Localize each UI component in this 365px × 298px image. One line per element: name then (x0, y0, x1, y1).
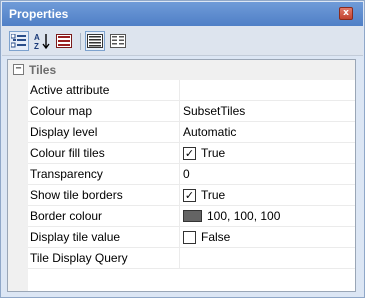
property-value-text: 100, 100, 100 (207, 209, 281, 223)
property-value-text: 0 (183, 167, 190, 181)
category-header[interactable]: − Tiles (8, 60, 355, 80)
show-description-icon (87, 34, 103, 48)
list-view-icon (110, 34, 126, 48)
property-value[interactable]: ✓ True (181, 185, 355, 205)
property-name: Tile Display Query (28, 248, 180, 268)
property-value[interactable]: SubsetTiles (181, 101, 355, 121)
property-name: Active attribute (28, 80, 180, 100)
property-value[interactable]: Automatic (181, 122, 355, 142)
property-value[interactable] (181, 80, 355, 100)
property-row-tile-display-query[interactable]: Tile Display Query (28, 248, 355, 269)
description-button[interactable] (85, 31, 105, 51)
toolbar-separator (80, 33, 81, 50)
property-row-display-level[interactable]: Display level Automatic (28, 122, 355, 143)
property-grid: − Tiles Active attribute Colour map Subs… (7, 59, 356, 292)
property-row-display-tile-value[interactable]: Display tile value False (28, 227, 355, 248)
property-value[interactable]: False (181, 227, 355, 247)
alphabetical-button[interactable]: A Z (32, 31, 52, 51)
close-button[interactable]: x (339, 7, 353, 20)
close-icon: x (343, 8, 349, 18)
show-borders-checkbox[interactable]: ✓ (183, 188, 196, 202)
sort-az-icon: A Z (34, 33, 50, 50)
property-name: Border colour (28, 206, 180, 226)
property-row-colour-map[interactable]: Colour map SubsetTiles (28, 101, 355, 122)
property-value[interactable]: 0 (181, 164, 355, 184)
property-rows: Active attribute Colour map SubsetTiles … (28, 80, 355, 269)
property-value-text: True (201, 146, 226, 160)
categorized-icon (11, 34, 26, 48)
property-value-text: SubsetTiles (183, 104, 246, 118)
property-value-text: Automatic (183, 125, 237, 139)
svg-text:A: A (34, 33, 40, 42)
property-value[interactable]: ✓ True (181, 143, 355, 163)
property-row-border-colour[interactable]: Border colour 100, 100, 100 (28, 206, 355, 227)
property-value-text: True (201, 188, 226, 202)
categorized-button[interactable] (9, 31, 29, 51)
property-name: Colour fill tiles (28, 143, 180, 163)
display-value-checkbox[interactable] (183, 230, 196, 244)
property-name: Display tile value (28, 227, 180, 247)
property-row-transparency[interactable]: Transparency 0 (28, 164, 355, 185)
toolbar: A Z (2, 26, 363, 56)
property-name: Colour map (28, 101, 180, 121)
property-name: Show tile borders (28, 185, 180, 205)
colour-swatch[interactable] (183, 210, 202, 222)
grid-gutter (8, 80, 28, 291)
property-row-active-attribute[interactable]: Active attribute (28, 80, 355, 101)
property-pages-button[interactable] (54, 31, 74, 51)
collapse-icon[interactable]: − (13, 64, 24, 75)
colour-fill-checkbox[interactable]: ✓ (183, 146, 196, 160)
category-label: Tiles (29, 63, 57, 77)
property-value[interactable] (181, 248, 355, 268)
properties-window: Properties x A Z − Tiles Active attribut… (0, 0, 365, 298)
svg-text:Z: Z (34, 42, 39, 50)
property-pages-icon (56, 34, 72, 48)
property-name: Transparency (28, 164, 180, 184)
window-title: Properties (9, 7, 69, 21)
property-value-text: False (201, 230, 231, 244)
list-view-button[interactable] (108, 31, 128, 51)
property-row-colour-fill-tiles[interactable]: Colour fill tiles ✓ True (28, 143, 355, 164)
property-name: Display level (28, 122, 180, 142)
title-bar[interactable]: Properties x (2, 2, 363, 26)
property-row-show-tile-borders[interactable]: Show tile borders ✓ True (28, 185, 355, 206)
property-value[interactable]: 100, 100, 100 (181, 206, 355, 226)
